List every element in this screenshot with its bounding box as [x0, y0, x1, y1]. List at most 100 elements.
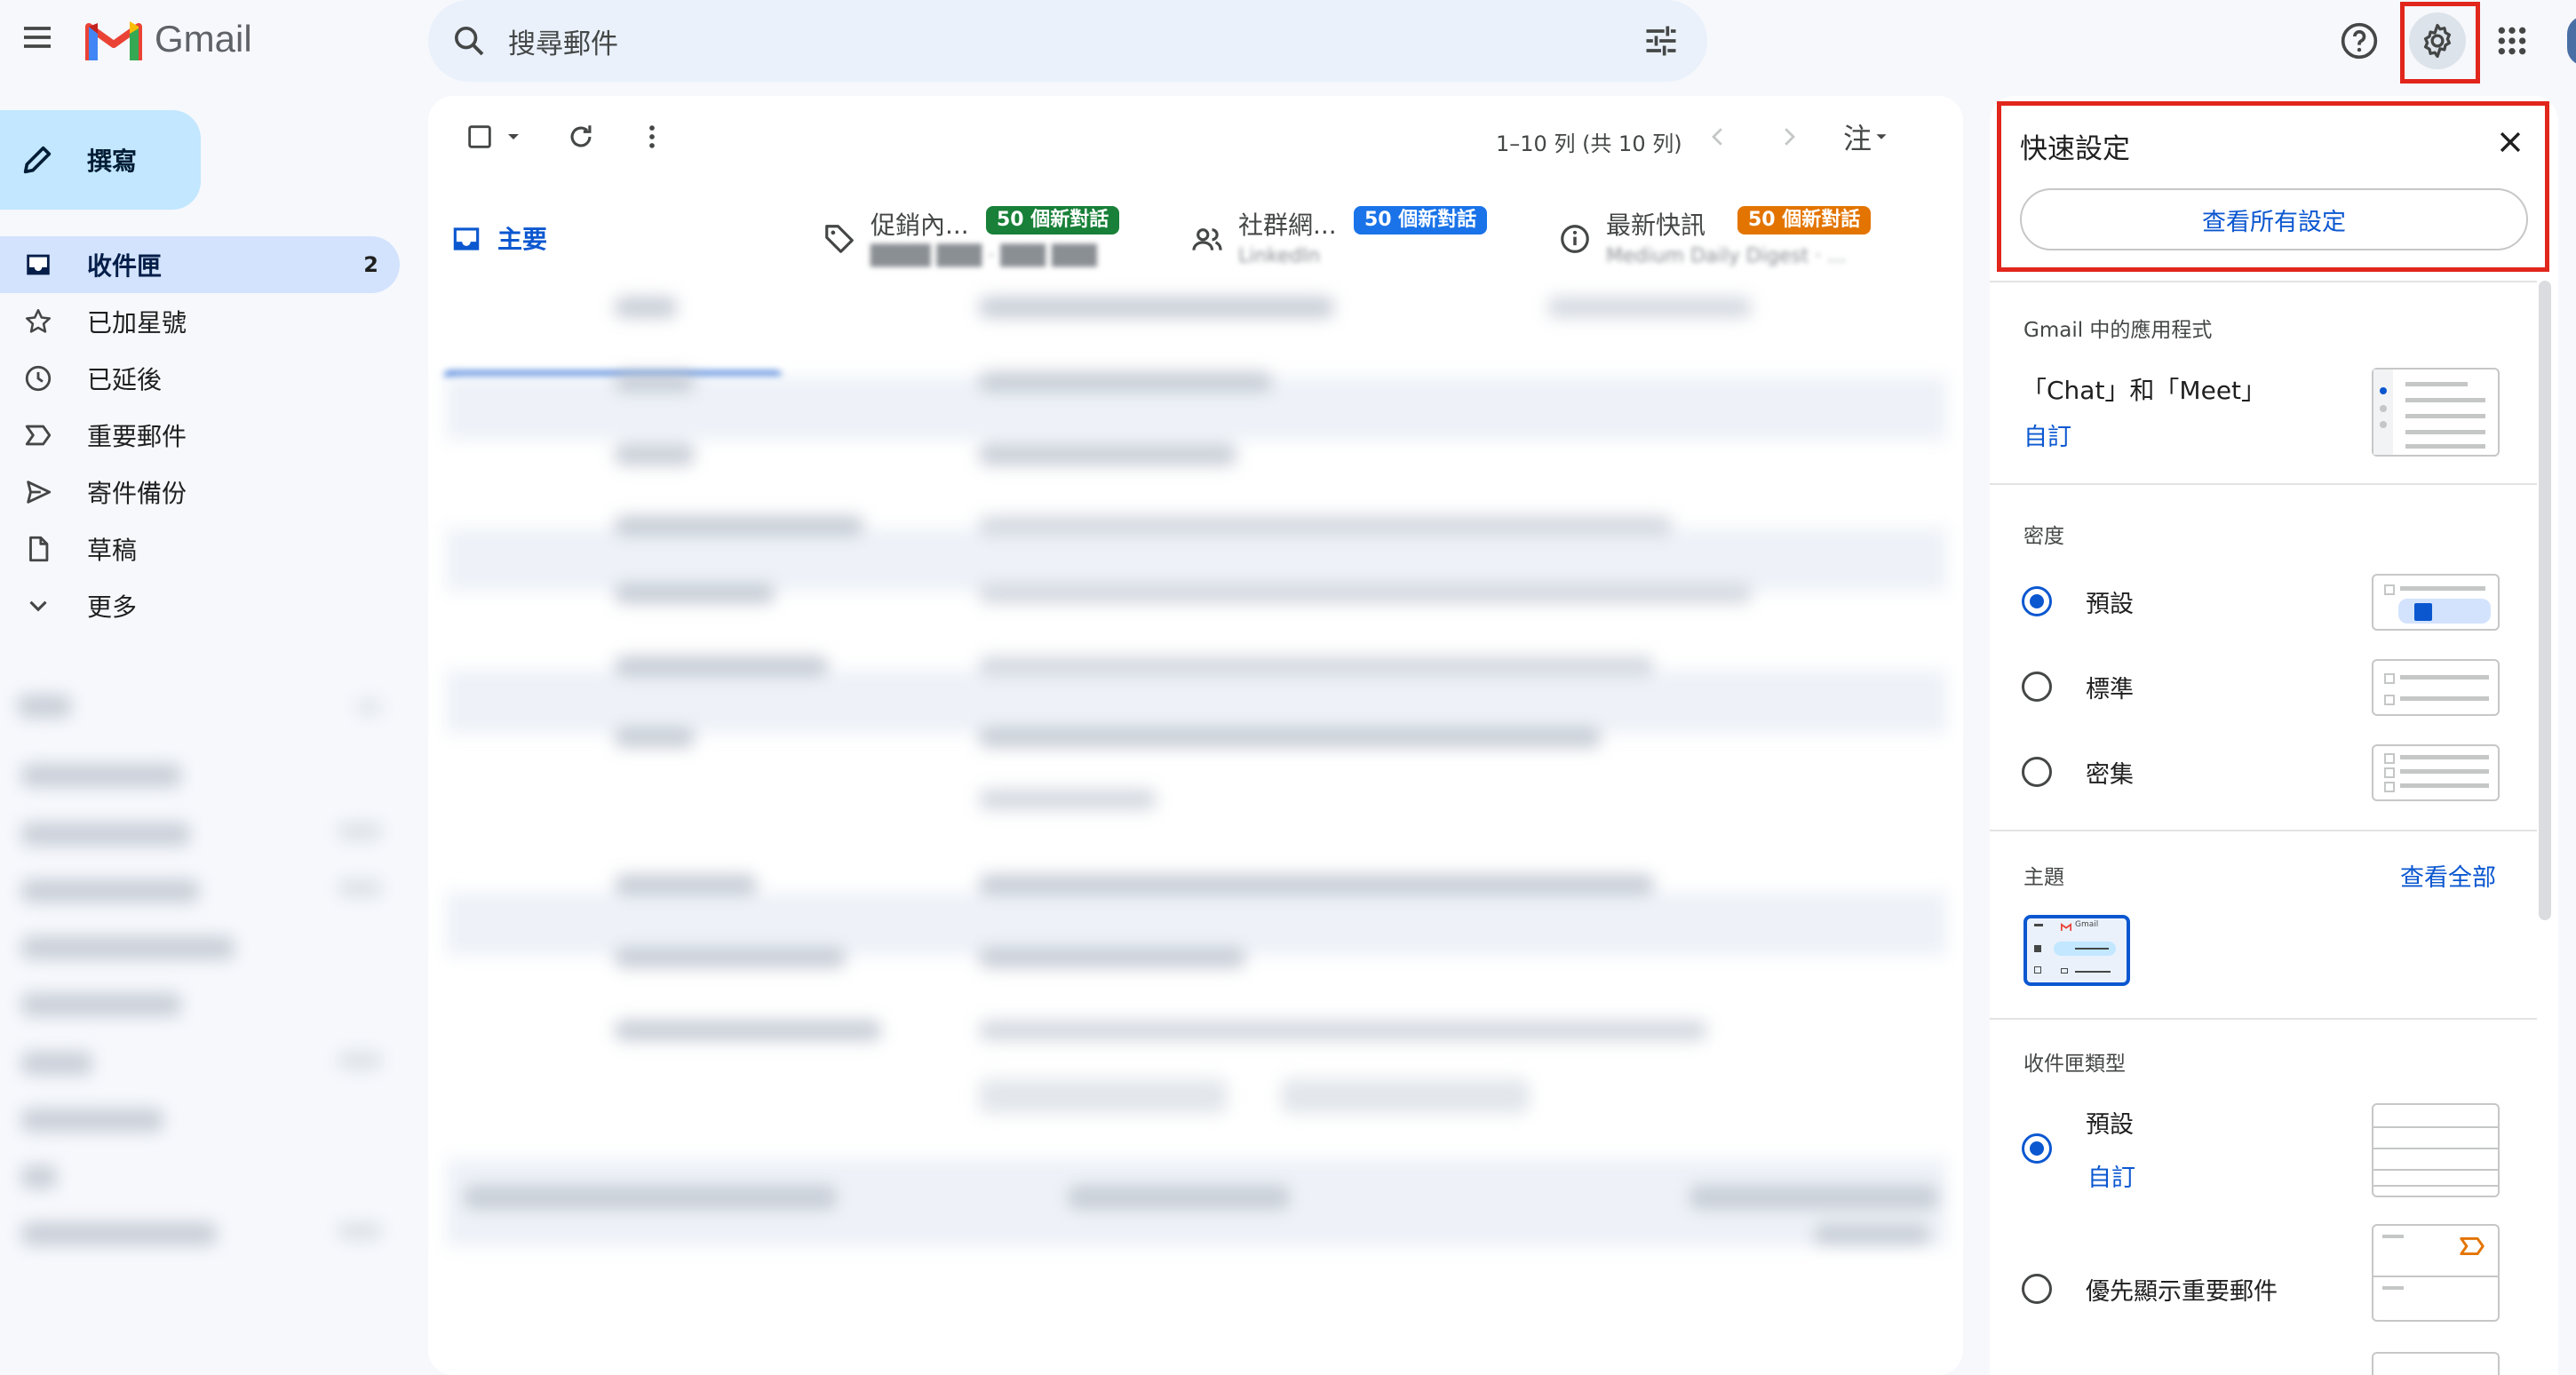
- inbox-important-first-thumbnail: [2372, 1224, 2500, 1322]
- mail-list-panel: 1–10 列 (共 10 列) 注 主要 促銷內... 50 個新對話 ████…: [428, 96, 1963, 1375]
- more-actions-button[interactable]: [627, 112, 677, 162]
- section-divider: [1990, 1018, 2537, 1020]
- newer-page-button[interactable]: [1693, 112, 1743, 162]
- apps-section-heading: Gmail 中的應用程式: [2023, 319, 2213, 342]
- sidebar-item-important[interactable]: 重要郵件: [0, 407, 400, 464]
- important-icon: [21, 418, 55, 452]
- sidebar-item-label: 收件匣: [87, 251, 163, 281]
- tab-primary[interactable]: 主要: [428, 194, 801, 282]
- inbox-type-section-heading: 收件匣類型: [2023, 1053, 2126, 1076]
- quick-settings-highlight-box: [1997, 101, 2549, 272]
- inbox-type-important-first-radio[interactable]: [2022, 1274, 2052, 1304]
- tab-senders-blurred: ████ ███ · ███ ███: [871, 245, 1097, 267]
- inbox-default-thumbnail: [2372, 1103, 2500, 1197]
- sidebar-item-label: 重要郵件: [87, 422, 187, 451]
- refresh-button[interactable]: [556, 112, 606, 162]
- inbox-next-option-thumbnail: [2372, 1352, 2500, 1375]
- search-options-icon[interactable]: [1642, 21, 1681, 60]
- sidebar-item-drafts[interactable]: 草稿: [0, 521, 400, 577]
- density-comfortable-thumbnail: [2372, 659, 2500, 716]
- apps-grid-icon: [2498, 27, 2526, 55]
- refresh-icon: [570, 125, 592, 147]
- chevron-down-icon: [21, 589, 55, 623]
- caret-down-icon: [508, 134, 519, 139]
- hamburger-menu-icon: [24, 27, 51, 48]
- sidebar-item-label: 草稿: [87, 536, 138, 565]
- density-default-radio[interactable]: [2022, 586, 2052, 616]
- tab-label: 主要: [497, 225, 548, 254]
- clock-icon: [21, 362, 55, 395]
- sidebar-item-label: 已延後: [87, 365, 163, 394]
- tab-label: 最新快訊: [1606, 211, 1706, 240]
- sidebar-item-more[interactable]: 更多: [0, 577, 400, 634]
- support-button[interactable]: [2334, 16, 2384, 66]
- tag-icon: [825, 225, 854, 253]
- section-divider: [1990, 830, 2537, 831]
- input-tools-label: 注: [1842, 122, 1872, 155]
- checkbox-icon: [468, 125, 491, 148]
- theme-thumb-wordmark: Gmail: [2075, 920, 2099, 929]
- see-all-themes-link[interactable]: 查看全部: [2400, 858, 2496, 893]
- customize-apps-link[interactable]: 自訂: [2023, 417, 2071, 452]
- inbox-icon: [453, 227, 480, 250]
- help-icon: [2341, 22, 2378, 60]
- main-menu-button[interactable]: [12, 12, 62, 62]
- pencil-icon: [23, 146, 52, 174]
- gmail-logo[interactable]: Gmail: [85, 16, 252, 62]
- current-theme-thumbnail[interactable]: Gmail: [2023, 915, 2130, 986]
- density-default-label: 預設: [2086, 591, 2134, 618]
- older-page-button[interactable]: [1764, 112, 1814, 162]
- important-marker-icon: [2460, 1236, 2485, 1256]
- info-icon: [1561, 225, 1589, 253]
- section-divider: [1990, 281, 2537, 282]
- sidebar-item-starred[interactable]: 已加星號: [0, 293, 400, 350]
- labels-section-blurred: [0, 675, 409, 1261]
- chevron-left-icon: [1712, 128, 1722, 146]
- star-icon: [21, 305, 55, 338]
- density-compact-radio[interactable]: [2022, 757, 2052, 787]
- tab-social[interactable]: 社群網... 50 個新對話 LinkedIn: [1169, 194, 1537, 282]
- google-apps-button[interactable]: [2487, 16, 2537, 66]
- tab-senders: Medium Daily Digest · ...: [1606, 245, 1847, 267]
- sidebar-item-sent[interactable]: 寄件備份: [0, 464, 400, 521]
- more-vert-icon: [649, 125, 655, 148]
- density-comfortable-radio[interactable]: [2022, 672, 2052, 702]
- settings-highlight-box: [2400, 2, 2480, 83]
- customize-inbox-link[interactable]: 自訂: [2087, 1158, 2135, 1193]
- density-comfortable-label: 標準: [2086, 676, 2134, 703]
- email-list-blurred: [428, 279, 1963, 1345]
- gmail-wordmark: Gmail: [155, 18, 252, 60]
- new-conversations-badge: 50 個新對話: [1737, 206, 1872, 234]
- select-dropdown-button[interactable]: [496, 112, 531, 162]
- search-input[interactable]: 搜尋郵件: [508, 21, 618, 61]
- tab-senders: LinkedIn: [1238, 245, 1321, 267]
- quick-settings-scrollbar[interactable]: [2539, 281, 2551, 920]
- account-avatar[interactable]: [2567, 16, 2576, 66]
- draft-icon: [21, 532, 55, 566]
- sidebar-item-label: 寄件備份: [87, 479, 187, 508]
- theme-section-heading: 主題: [2023, 866, 2064, 889]
- chevron-right-icon: [1785, 128, 1795, 146]
- input-tools-button[interactable]: 注: [1832, 112, 1903, 162]
- inbox-type-default-radio[interactable]: [2022, 1133, 2052, 1164]
- chat-meet-label: 「Chat」和「Meet」: [2022, 376, 2267, 405]
- tab-promotions[interactable]: 促銷內... 50 個新對話 ████ ███ · ███ ███: [801, 194, 1169, 282]
- unread-count: 2: [363, 252, 378, 277]
- new-conversations-badge: 50 個新對話: [1354, 206, 1488, 234]
- inbox-icon: [21, 248, 55, 282]
- search-bar[interactable]: 搜尋郵件: [428, 0, 1707, 82]
- tab-label: 促銷內...: [871, 211, 969, 240]
- tab-label: 社群網...: [1238, 211, 1337, 240]
- compose-button[interactable]: 撰寫: [0, 110, 201, 210]
- section-divider: [1990, 483, 2537, 485]
- sidebar-item-snoozed[interactable]: 已延後: [0, 350, 400, 407]
- sidebar-item-inbox[interactable]: 收件匣 2: [0, 236, 400, 293]
- people-icon: [1192, 228, 1222, 250]
- gmail-m-icon: [2061, 923, 2071, 931]
- new-conversations-badge: 50 個新對話: [986, 206, 1120, 234]
- category-tabs: 主要 促銷內... 50 個新對話 ████ ███ · ███ ███ 社群網…: [428, 194, 1963, 377]
- search-icon[interactable]: [451, 23, 487, 59]
- density-compact-thumbnail: [2372, 744, 2500, 801]
- tab-updates[interactable]: 最新快訊 50 個新對話 Medium Daily Digest · ...: [1537, 194, 1928, 282]
- pagination-range: 1–10 列 (共 10 列): [1496, 131, 1682, 156]
